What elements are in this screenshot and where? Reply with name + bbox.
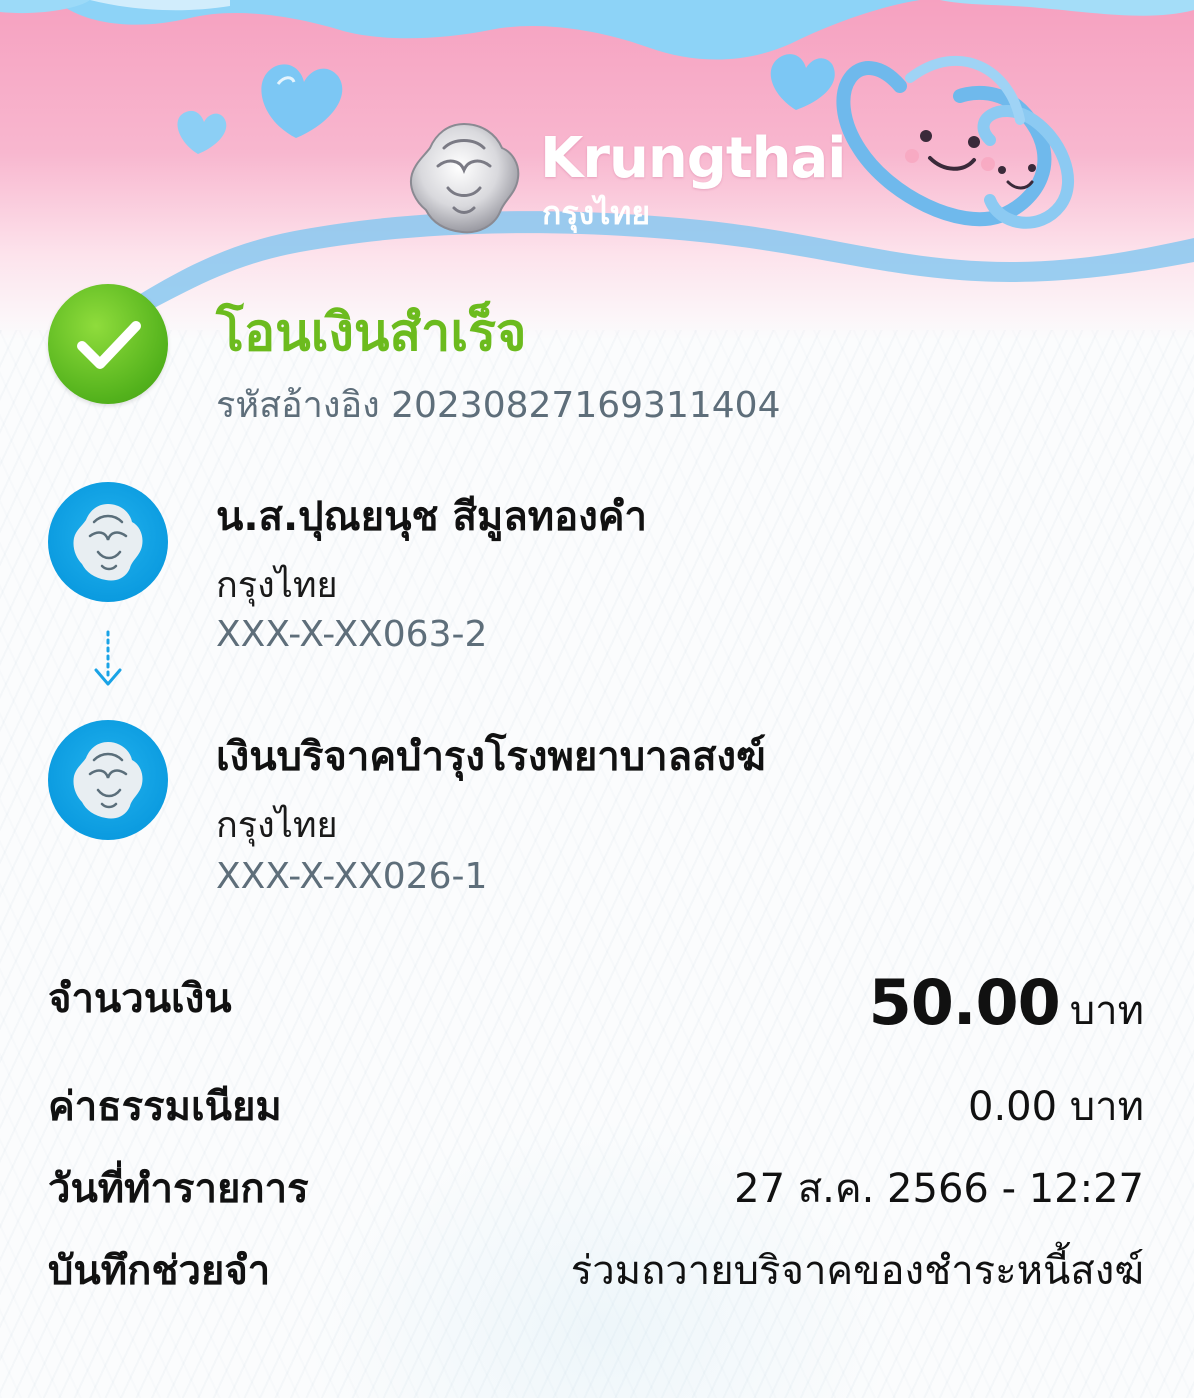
receiver-account: XXX-X-XX026-1 — [216, 856, 488, 897]
reference-number: รหัสอ้างอิง 20230827169311404 — [216, 385, 781, 426]
brand-name-th: กรุงไทย — [542, 194, 651, 232]
receiver-bank-logo — [48, 720, 168, 840]
amount-label: จำนวนเงิน — [48, 976, 232, 1022]
amount-value: 50.00 บาท — [869, 966, 1144, 1042]
sender-bank: กรุงไทย — [216, 565, 338, 606]
brand-name-en: Krungthai — [540, 126, 846, 191]
fee-value: 0.00 บาท — [968, 1084, 1144, 1130]
memo-label: บันทึกช่วยจำ — [48, 1248, 271, 1294]
fee-label: ค่าธรรมเนียม — [48, 1084, 282, 1130]
header-banner: Krungthai กรุงไทย — [0, 0, 1194, 340]
krungthai-bird-icon — [73, 504, 143, 581]
krungthai-logo: Krungthai กรุงไทย — [404, 118, 846, 238]
sender-account: XXX-X-XX063-2 — [216, 614, 488, 655]
receiver-name: เงินบริจาคบำรุงโรงพยาบาลสงฆ์ — [216, 734, 766, 780]
krungthai-bird-icon — [73, 742, 143, 819]
memo-value: ร่วมถวายบริจาคของชำระหนี้สงฆ์ — [570, 1248, 1144, 1294]
bird-emblem-icon — [410, 122, 520, 234]
sender-name: น.ส.ปุณยนุช สีมูลทองคำ — [216, 494, 647, 540]
date-value: 27 ส.ค. 2566 - 12:27 — [734, 1166, 1144, 1212]
transfer-arrow-icon — [94, 630, 122, 686]
status-title: โอนเงินสำเร็จ — [216, 303, 527, 363]
sender-bank-logo — [48, 482, 168, 602]
amount-unit: บาท — [1069, 988, 1144, 1034]
amount-number: 50.00 — [868, 966, 1061, 1039]
success-check-icon — [48, 284, 168, 404]
receiver-bank: กรุงไทย — [216, 805, 338, 846]
date-label: วันที่ทำรายการ — [48, 1166, 309, 1212]
